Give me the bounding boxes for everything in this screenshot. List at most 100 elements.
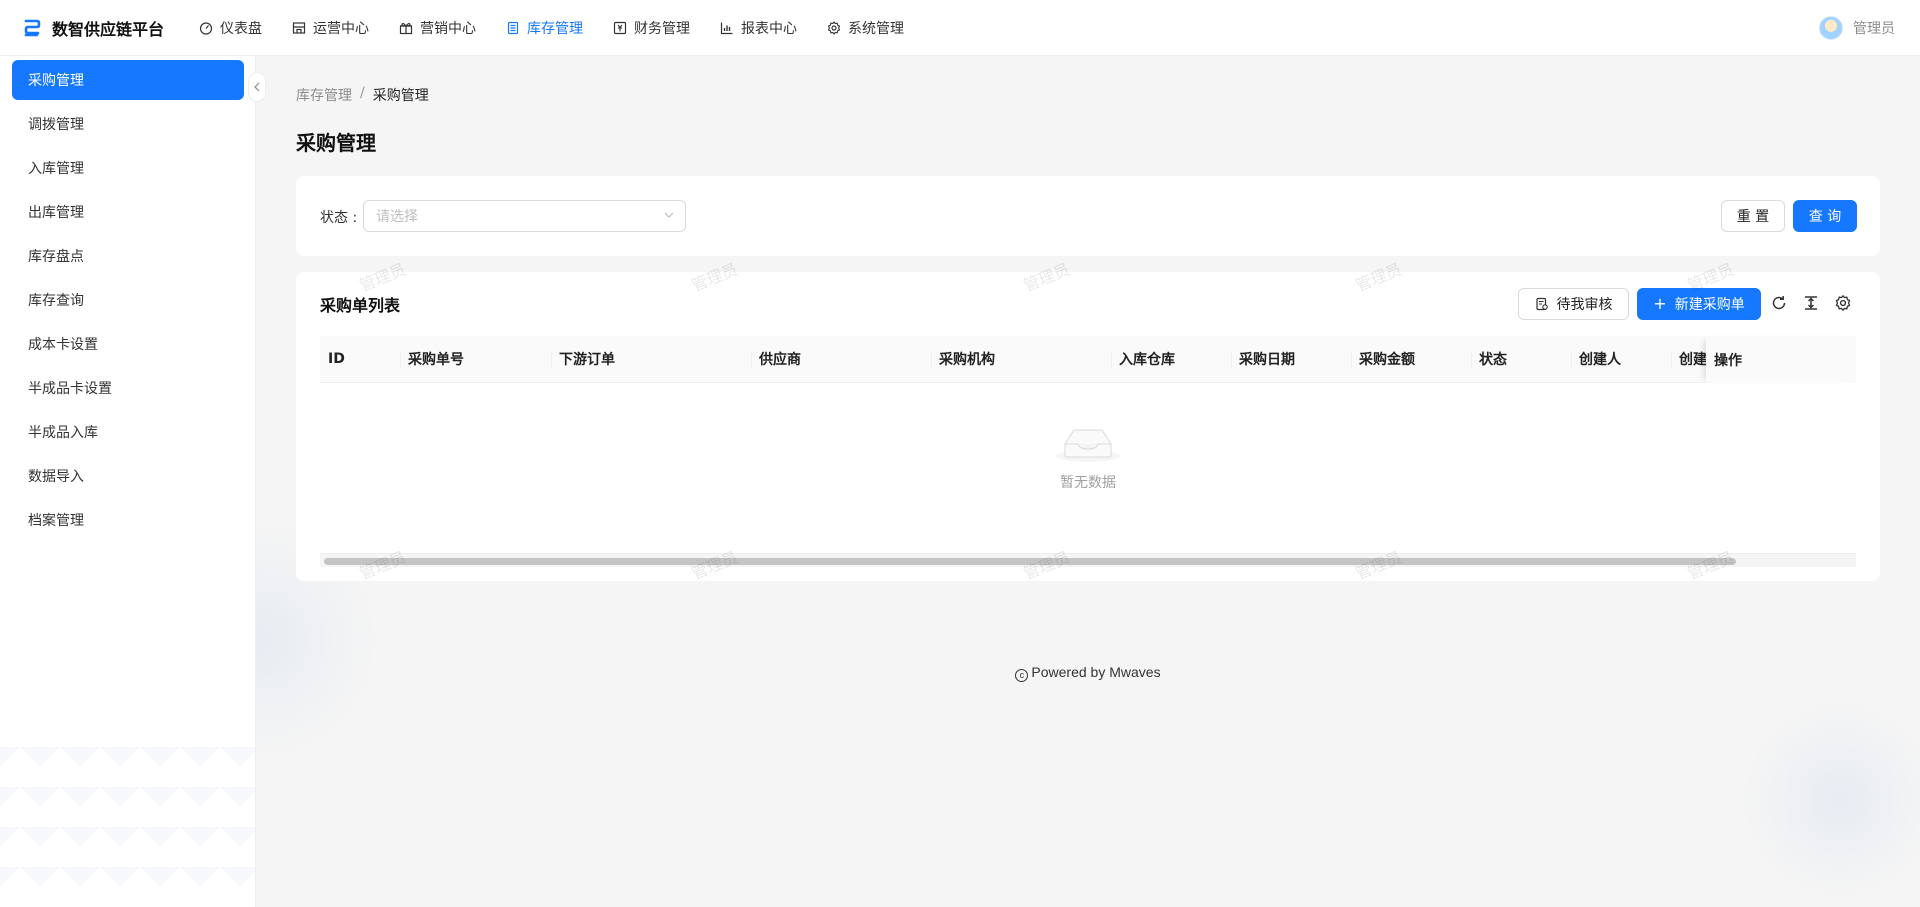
sidebar-collapse-button[interactable] (248, 72, 266, 102)
filter-panel: 状态 : 请选择 重 置 查 询 (296, 176, 1880, 256)
main-nav: 仪表盘 运营中心 营销中心 库存管理 财务管理 报表中心 系统管理 (184, 0, 919, 56)
sidebar-item-label: 半成品卡设置 (28, 381, 112, 397)
app-title: 数智供应链平台 (52, 19, 165, 39)
column-header-downstream-order[interactable]: 下游订单 (551, 336, 751, 383)
column-header-warehouse[interactable]: 入库仓库 (1111, 336, 1231, 383)
chart-icon (720, 22, 733, 34)
sidebar-item-label: 库存查询 (28, 293, 84, 309)
plus-icon: + (1653, 294, 1667, 313)
store-icon (292, 21, 306, 34)
breadcrumb-separator: / (360, 85, 365, 101)
settings-icon[interactable] (1834, 294, 1852, 312)
column-height-icon[interactable] (1802, 294, 1820, 312)
sidebar-item-label: 入库管理 (28, 161, 84, 177)
user-name: 管理员 (1853, 21, 1895, 37)
sidebar-decoration (0, 747, 256, 907)
nav-item-reports[interactable]: 报表中心 (705, 0, 812, 56)
empty-text: 暂无数据 (1060, 475, 1116, 491)
column-header-creator[interactable]: 创建人 (1571, 336, 1671, 383)
new-purchase-order-label: 新建采购单 (1674, 297, 1745, 313)
nav-item-label: 系统管理 (848, 20, 905, 37)
column-header-amount[interactable]: 采购金额 (1351, 336, 1471, 383)
nav-item-finance[interactable]: 财务管理 (598, 0, 705, 56)
new-purchase-order-button[interactable]: + 新建采购单 (1637, 288, 1761, 320)
background-decoration (1740, 700, 1920, 900)
user-menu[interactable]: 管理员 (1819, 0, 1895, 56)
status-select[interactable]: 请选择 (363, 200, 686, 232)
sidebar-item-inbound[interactable]: 入库管理 (12, 148, 244, 188)
column-header-status[interactable]: 状态 (1471, 336, 1571, 383)
scrollbar-thumb[interactable] (324, 558, 1736, 565)
sidebar: 采购管理 调拨管理 入库管理 出库管理 库存盘点 库存查询 成本卡设置 半成品卡… (0, 56, 256, 907)
horizontal-scrollbar[interactable] (320, 553, 1856, 567)
column-header-supplier[interactable]: 供应商 (751, 336, 931, 383)
refresh-icon[interactable] (1770, 294, 1788, 312)
status-filter-label: 状态 : (320, 210, 358, 226)
sidebar-item-transfer[interactable]: 调拨管理 (12, 104, 244, 144)
query-button[interactable]: 查 询 (1793, 200, 1857, 232)
table-header: ID 采购单号 下游订单 供应商 采购机构 入库仓库 采购日期 采购金额 状态 … (320, 336, 1856, 383)
sidebar-item-archive[interactable]: 档案管理 (12, 500, 244, 540)
purchase-list-panel: 采购单列表 待我审核 + 新建采购单 ID 采购单号 下游订单 供应商 采购机构… (296, 272, 1880, 581)
column-header-id[interactable]: ID (320, 336, 400, 383)
sidebar-item-semi-card[interactable]: 半成品卡设置 (12, 368, 244, 408)
nav-item-label: 财务管理 (634, 20, 691, 37)
gear-icon (827, 20, 841, 35)
inventory-icon (507, 21, 519, 34)
page-title: 采购管理 (296, 131, 376, 155)
dashboard-icon (199, 21, 213, 35)
nav-item-operations[interactable]: 运营中心 (277, 0, 384, 56)
sidebar-item-label: 调拨管理 (28, 117, 84, 133)
nav-item-label: 报表中心 (741, 20, 798, 37)
sidebar-item-label: 数据导入 (28, 469, 84, 485)
finance-icon (613, 21, 627, 34)
nav-item-dashboard[interactable]: 仪表盘 (184, 0, 277, 56)
sidebar-item-label: 半成品入库 (28, 425, 98, 441)
column-header-created-at[interactable]: 创建 (1671, 336, 1706, 383)
nav-item-label: 仪表盘 (220, 20, 263, 37)
footer: c Powered by Mwaves (296, 664, 1880, 682)
nav-item-marketing[interactable]: 营销中心 (384, 0, 491, 56)
nav-item-inventory[interactable]: 库存管理 (491, 0, 598, 56)
app-logo[interactable]: 数智供应链平台 (22, 0, 164, 56)
pending-review-label: 待我审核 (1556, 297, 1613, 313)
chevron-down-icon (664, 212, 674, 218)
empty-state: 暂无数据 (320, 383, 1856, 553)
breadcrumb: 库存管理 / 采购管理 (296, 85, 429, 105)
column-header-purchase-org[interactable]: 采购机构 (931, 336, 1111, 383)
sidebar-item-label: 成本卡设置 (28, 337, 98, 353)
nav-item-label: 库存管理 (527, 20, 584, 37)
footer-text: Powered by Mwaves (1031, 664, 1161, 680)
sidebar-item-purchase[interactable]: 采购管理 (12, 60, 244, 100)
status-select-placeholder: 请选择 (376, 209, 418, 225)
avatar (1819, 16, 1843, 40)
sidebar-item-data-import[interactable]: 数据导入 (12, 456, 244, 496)
nav-item-label: 运营中心 (313, 20, 370, 37)
sidebar-item-label: 采购管理 (28, 73, 84, 89)
gift-icon (399, 22, 413, 34)
sidebar-item-label: 库存盘点 (28, 249, 84, 265)
chevron-left-icon (254, 82, 260, 92)
breadcrumb-parent[interactable]: 库存管理 (296, 85, 352, 105)
sidebar-item-label: 档案管理 (28, 513, 84, 529)
top-navigation-bar: 数智供应链平台 仪表盘 运营中心 营销中心 库存管理 财务管理 报表中心 系统管… (0, 0, 1920, 56)
column-header-actions: 操作 (1706, 336, 1856, 383)
nav-item-system[interactable]: 系统管理 (812, 0, 919, 56)
reset-button[interactable]: 重 置 (1721, 200, 1785, 232)
empty-inbox-icon (1056, 429, 1120, 462)
column-header-order-no[interactable]: 采购单号 (400, 336, 551, 383)
sidebar-item-label: 出库管理 (28, 205, 84, 221)
nav-item-label: 营销中心 (420, 20, 477, 37)
list-title: 采购单列表 (320, 296, 401, 315)
sidebar-item-semi-inbound[interactable]: 半成品入库 (12, 412, 244, 452)
logo-icon (24, 19, 41, 36)
sidebar-item-cost-card[interactable]: 成本卡设置 (12, 324, 244, 364)
sidebar-item-stock-query[interactable]: 库存查询 (12, 280, 244, 320)
breadcrumb-current: 采购管理 (372, 88, 429, 104)
sidebar-item-stocktake[interactable]: 库存盘点 (12, 236, 244, 276)
sidebar-item-outbound[interactable]: 出库管理 (12, 192, 244, 232)
pending-review-button[interactable]: 待我审核 (1518, 288, 1629, 320)
audit-icon (1535, 297, 1548, 311)
copyright-icon: c (1015, 669, 1029, 682)
column-header-purchase-date[interactable]: 采购日期 (1231, 336, 1351, 383)
